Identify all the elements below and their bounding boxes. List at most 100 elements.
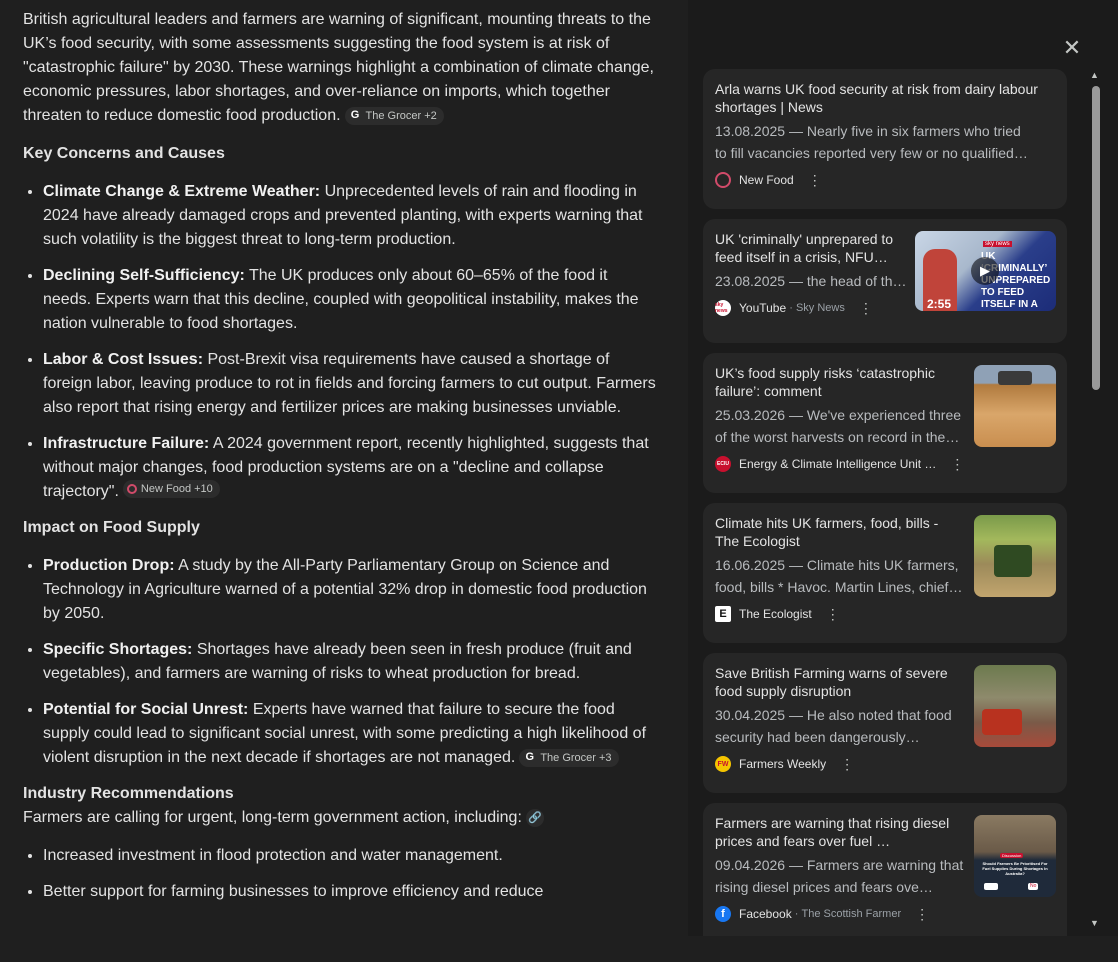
source-chip-grocer[interactable]: G The Grocer +3 — [519, 748, 619, 767]
section-title-key-concerns: Key Concerns and Causes — [23, 145, 225, 162]
facebook-icon: f — [715, 906, 731, 922]
card-source[interactable]: E The Ecologist ⋮ — [715, 604, 1055, 624]
card-snippet: 09.04.2026 — Farmers are warning that ri… — [715, 857, 964, 895]
eciu-icon: ECIU — [715, 456, 731, 472]
card-date: 25.03.2026 — [715, 407, 786, 423]
ecologist-icon: E — [715, 606, 731, 622]
recommendations-list: Increased investment in flood protection… — [23, 844, 658, 904]
link-icon[interactable]: 🔗 — [525, 809, 544, 827]
tractor-thumbnail[interactable] — [974, 515, 1056, 597]
facebook-icon-text: f — [721, 908, 725, 920]
play-icon[interactable]: ▶ — [971, 257, 999, 285]
source-name: Facebook — [739, 907, 792, 921]
item-heading: Specific Shortages: — [43, 641, 193, 658]
discussion-badge: Discussion — [1000, 853, 1024, 858]
no-option: No — [1028, 883, 1039, 890]
source-chip-label: The Grocer +3 — [540, 751, 612, 764]
tractor-shape — [994, 545, 1032, 577]
source-separator: · — [791, 908, 802, 920]
list-item: Better support for farming businesses to… — [43, 880, 658, 904]
new-food-icon — [715, 172, 731, 188]
source-name: New Food — [739, 173, 794, 187]
card-title[interactable]: Farmers are warning that rising diesel p… — [715, 814, 965, 850]
card-title[interactable]: Save British Farming warns of severe foo… — [715, 664, 955, 700]
source-card[interactable]: Climate hits UK farmers, food, bills - T… — [703, 503, 1067, 643]
harvester-shape — [998, 371, 1032, 385]
card-snippet-text: the head of th… — [806, 273, 907, 289]
diesel-discussion-thumbnail[interactable]: Discussion Should Farmers Be Prioritised… — [974, 815, 1056, 897]
card-snippet: 13.08.2025 — Nearly five in six farmers … — [715, 123, 1028, 161]
farmers-weekly-icon-text: FW — [717, 760, 729, 768]
source-chip-grocer[interactable]: G The Grocer +2 — [344, 106, 444, 125]
sky-news-logo: sky news — [983, 241, 1012, 247]
card-source[interactable]: ECIU Energy & Climate Intelligence Unit …… — [715, 454, 1055, 474]
source-sub: The Scottish Farmer — [801, 908, 902, 920]
item-heading: Potential for Social Unrest: — [43, 701, 249, 718]
sky-news-icon-text: sky news — [715, 302, 728, 314]
card-source[interactable]: f Facebook · The Scottish Farmer ⋮ — [715, 904, 1055, 924]
video-thumbnail[interactable]: sky news UK ‘CRIMINALLY’ UNPREPARED TO F… — [915, 231, 1056, 311]
item-heading: Production Drop: — [43, 557, 175, 574]
new-food-icon — [126, 484, 137, 494]
more-options-icon[interactable]: ⋮ — [915, 906, 929, 923]
card-title[interactable]: Arla warns UK food security at risk from… — [715, 80, 1055, 116]
panel-scrollbar[interactable]: ▲ ▼ — [1088, 70, 1102, 936]
list-item: Labor & Cost Issues: Post-Brexit visa re… — [43, 348, 658, 420]
scroll-up-icon[interactable]: ▲ — [1090, 70, 1099, 80]
more-options-icon[interactable]: ⋮ — [808, 172, 822, 189]
item-heading: Declining Self-Sufficiency: — [43, 267, 245, 284]
card-date: 23.08.2025 — [715, 273, 786, 289]
intro-text: British agricultural leaders and farmers… — [23, 11, 654, 124]
recommendations-intro-text: Farmers are calling for urgent, long-ter… — [23, 809, 522, 826]
source-card-video[interactable]: UK 'criminally' unprepared to feed itsel… — [703, 219, 1067, 343]
ecologist-icon-text: E — [719, 608, 727, 620]
card-snippet: 30.04.2025 — He also noted that food sec… — [715, 707, 952, 745]
recommendations-intro: Farmers are calling for urgent, long-ter… — [23, 806, 658, 830]
list-item: Specific Shortages: Shortages have alrea… — [43, 638, 658, 686]
source-sub: Sky News — [795, 302, 845, 314]
scroll-down-icon[interactable]: ▼ — [1090, 918, 1099, 928]
source-chip-label: New Food +10 — [140, 483, 213, 495]
close-icon[interactable]: ✕ — [1060, 36, 1084, 60]
source-card[interactable]: Save British Farming warns of severe foo… — [703, 653, 1067, 793]
card-title[interactable]: UK 'criminally' unprepared to feed itsel… — [715, 230, 910, 266]
item-heading: Climate Change & Extreme Weather: — [43, 183, 321, 200]
section-title-recommendations: Industry Recommendations — [23, 785, 234, 802]
more-options-icon[interactable]: ⋮ — [826, 606, 840, 623]
thumbnail-caption: Should Farmers Be Prioritised For Fuel S… — [982, 861, 1048, 876]
yes-option-icon — [984, 883, 998, 890]
source-chip-new-food[interactable]: New Food +10 — [122, 480, 220, 498]
card-title[interactable]: Climate hits UK farmers, food, bills - T… — [715, 514, 955, 550]
card-source[interactable]: New Food ⋮ — [715, 170, 1055, 190]
list-item: Declining Self-Sufficiency: The UK produ… — [43, 264, 658, 336]
ai-overview-content: British agricultural leaders and farmers… — [23, 8, 658, 916]
source-name: Farmers Weekly — [739, 757, 827, 771]
protest-thumbnail[interactable] — [974, 665, 1056, 747]
intro-paragraph: British agricultural leaders and farmers… — [23, 8, 658, 128]
card-source[interactable]: FW Farmers Weekly ⋮ — [715, 754, 1055, 774]
more-options-icon[interactable]: ⋮ — [950, 456, 964, 473]
source-chip-label: The Grocer +2 — [365, 109, 437, 122]
card-title[interactable]: UK’s food supply risks ‘catastrophic fai… — [715, 364, 965, 400]
list-item: Production Drop: A study by the All-Part… — [43, 554, 658, 626]
card-date: 16.06.2025 — [715, 557, 786, 573]
sky-news-icon: sky news — [715, 300, 731, 316]
wheat-harvest-thumbnail[interactable] — [974, 365, 1056, 447]
source-name: YouTube — [739, 301, 787, 315]
item-heading: Labor & Cost Issues: — [43, 351, 204, 368]
card-snippet: 16.06.2025 — Climate hits UK farmers, fo… — [715, 557, 963, 595]
list-item: Climate Change & Extreme Weather: Unprec… — [43, 180, 658, 252]
item-heading: Infrastructure Failure: — [43, 435, 210, 452]
card-snippet: 23.08.2025 — the head of th… — [715, 273, 907, 289]
source-card[interactable]: UK’s food supply risks ‘catastrophic fai… — [703, 353, 1067, 493]
source-name: Energy & Climate Intelligence Unit … — [739, 457, 937, 471]
source-card[interactable]: Farmers are warning that rising diesel p… — [703, 803, 1067, 936]
list-item: Potential for Social Unrest: Experts hav… — [43, 698, 658, 770]
video-duration: 2:55 — [927, 297, 952, 311]
scrollbar-thumb[interactable] — [1092, 86, 1100, 390]
source-card[interactable]: Arla warns UK food security at risk from… — [703, 69, 1067, 209]
more-options-icon[interactable]: ⋮ — [840, 756, 854, 773]
source-name: The Ecologist — [739, 607, 812, 621]
more-options-icon[interactable]: ⋮ — [859, 300, 873, 317]
red-tractor-shape — [982, 709, 1022, 735]
